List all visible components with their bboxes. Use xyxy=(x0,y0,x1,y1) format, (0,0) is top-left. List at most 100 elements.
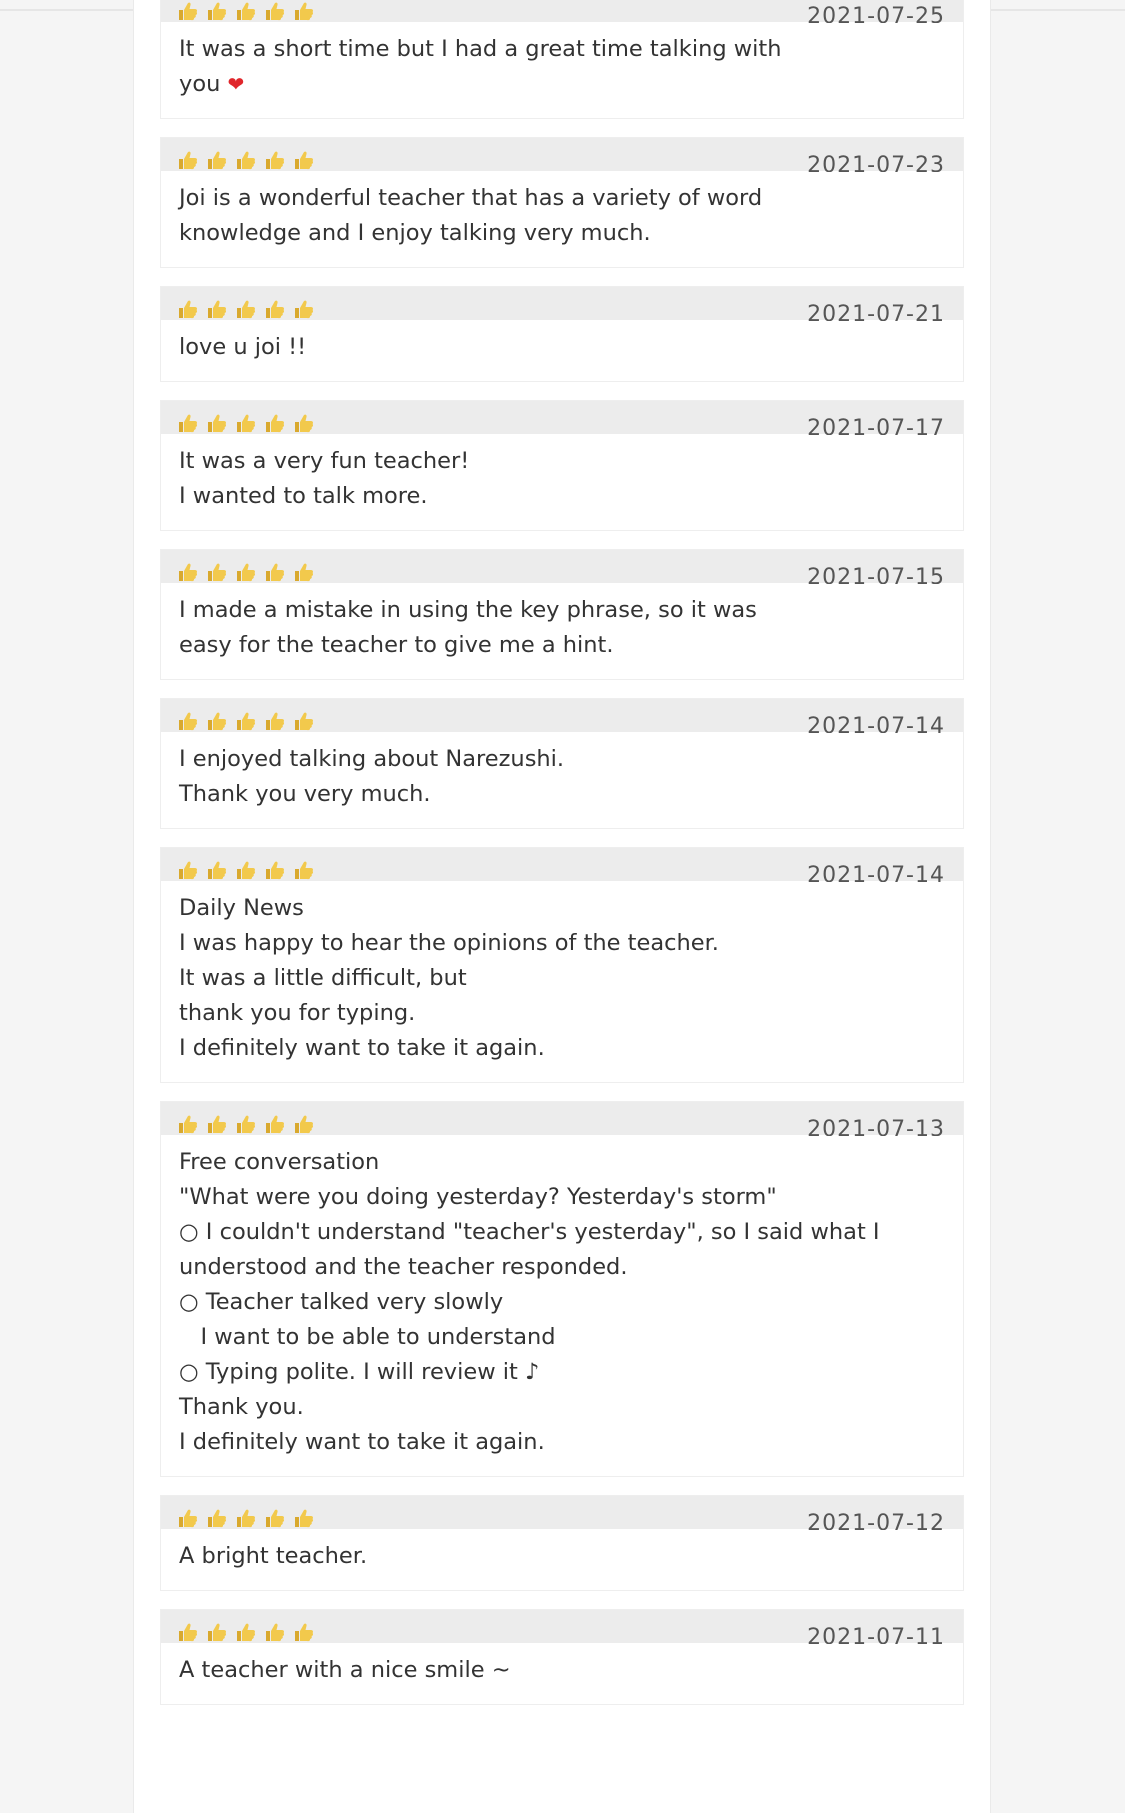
thumbs-up-icon xyxy=(208,563,227,582)
thumbs-up-icon xyxy=(237,1509,256,1528)
thumbs-up-icon xyxy=(179,712,198,731)
review-card: 2021-07-25 It was a short time but I had… xyxy=(160,0,964,119)
review-date: 2021-07-11 xyxy=(807,1625,945,1644)
thumbs-up-icon xyxy=(237,861,256,880)
rating-thumbs xyxy=(178,1,314,21)
thumbs-up-icon xyxy=(266,151,285,170)
thumbs-up-icon xyxy=(266,1115,285,1134)
thumbs-up-icon xyxy=(266,563,285,582)
review-comment: It was a very fun teacher! I wanted to t… xyxy=(161,434,963,530)
thumbs-up-icon xyxy=(179,414,198,433)
rating-thumbs xyxy=(178,299,314,319)
thumbs-up-icon xyxy=(179,861,198,880)
review-comment-text: It was a very fun teacher! I wanted to t… xyxy=(179,448,470,509)
review-comment-text: It was a short time but I had a great ti… xyxy=(179,36,782,97)
review-comment: A teacher with a nice smile ~ xyxy=(161,1643,963,1704)
thumbs-up-icon xyxy=(295,712,314,731)
thumbs-up-icon xyxy=(295,151,314,170)
review-comment-text: love u joi !! xyxy=(179,334,307,360)
review-comment-text: Joi is a wonderful teacher that has a va… xyxy=(179,185,763,246)
review-comment: Daily News I was happy to hear the opini… xyxy=(161,881,963,1082)
thumbs-up-icon xyxy=(266,1509,285,1528)
review-header: 2021-07-23 xyxy=(161,138,963,172)
review-comment: I enjoyed talking about Narezushi. Thank… xyxy=(161,732,963,828)
review-date: 2021-07-14 xyxy=(807,863,945,882)
thumbs-up-icon xyxy=(179,1509,198,1528)
thumbs-up-icon xyxy=(179,300,198,319)
thumbs-up-icon xyxy=(266,300,285,319)
review-date: 2021-07-17 xyxy=(807,416,945,435)
review-comment: I made a mistake in using the key phrase… xyxy=(161,583,963,679)
rating-thumbs xyxy=(178,562,314,582)
thumbs-up-icon xyxy=(237,2,256,21)
thumbs-up-icon xyxy=(208,1623,227,1642)
thumbs-up-icon xyxy=(295,300,314,319)
review-comment: A bright teacher. xyxy=(161,1529,963,1590)
review-card: 2021-07-14 I enjoyed talking about Narez… xyxy=(160,698,964,829)
review-date: 2021-07-13 xyxy=(807,1117,945,1136)
review-card: 2021-07-11 A teacher with a nice smile ~ xyxy=(160,1609,964,1705)
review-comment-text: Daily News I was happy to hear the opini… xyxy=(179,895,719,1061)
thumbs-up-icon xyxy=(208,2,227,21)
rating-thumbs xyxy=(178,1622,314,1642)
thumbs-up-icon xyxy=(208,712,227,731)
review-date: 2021-07-15 xyxy=(807,565,945,584)
thumbs-up-icon xyxy=(266,861,285,880)
review-date: 2021-07-23 xyxy=(807,153,945,172)
thumbs-up-icon xyxy=(295,563,314,582)
thumbs-up-icon xyxy=(208,151,227,170)
review-card: 2021-07-12 A bright teacher. xyxy=(160,1495,964,1591)
thumbs-up-icon xyxy=(266,1623,285,1642)
review-comment-text: I made a mistake in using the key phrase… xyxy=(179,597,757,658)
review-card: 2021-07-15 I made a mistake in using the… xyxy=(160,549,964,680)
review-header: 2021-07-11 xyxy=(161,1610,963,1644)
thumbs-up-icon xyxy=(295,1509,314,1528)
review-comment-text: A teacher with a nice smile ~ xyxy=(179,1657,511,1683)
thumbs-up-icon xyxy=(179,151,198,170)
thumbs-up-icon xyxy=(208,414,227,433)
review-header: 2021-07-14 xyxy=(161,699,963,733)
thumbs-up-icon xyxy=(179,563,198,582)
review-header: 2021-07-14 xyxy=(161,848,963,882)
review-comment: Free conversation "What were you doing y… xyxy=(161,1135,963,1476)
review-header: 2021-07-25 xyxy=(161,0,963,23)
rating-thumbs xyxy=(178,1114,314,1134)
thumbs-up-icon xyxy=(266,712,285,731)
thumbs-up-icon xyxy=(179,2,198,21)
rating-thumbs xyxy=(178,1508,314,1528)
thumbs-up-icon xyxy=(295,414,314,433)
review-date: 2021-07-12 xyxy=(807,1511,945,1530)
thumbs-up-icon xyxy=(237,414,256,433)
review-date: 2021-07-21 xyxy=(807,302,945,321)
thumbs-up-icon xyxy=(237,151,256,170)
review-card: 2021-07-17 It was a very fun teacher! I … xyxy=(160,400,964,531)
review-card: 2021-07-21 love u joi !! xyxy=(160,286,964,382)
thumbs-up-icon xyxy=(295,861,314,880)
review-list: 2021-07-25 It was a short time but I had… xyxy=(160,0,964,1723)
review-header: 2021-07-21 xyxy=(161,287,963,321)
review-comment: Joi is a wonderful teacher that has a va… xyxy=(161,171,963,267)
review-comment-text: Free conversation "What were you doing y… xyxy=(179,1149,880,1455)
thumbs-up-icon xyxy=(208,861,227,880)
review-card: 2021-07-13 Free conversation "What were … xyxy=(160,1101,964,1477)
thumbs-up-icon xyxy=(295,1115,314,1134)
rating-thumbs xyxy=(178,413,314,433)
thumbs-up-icon xyxy=(237,712,256,731)
thumbs-up-icon xyxy=(208,1115,227,1134)
thumbs-up-icon xyxy=(208,300,227,319)
thumbs-up-icon xyxy=(208,1509,227,1528)
review-comment: It was a short time but I had a great ti… xyxy=(161,22,963,118)
review-date: 2021-07-14 xyxy=(807,714,945,733)
rating-thumbs xyxy=(178,860,314,880)
thumbs-up-icon xyxy=(237,1623,256,1642)
review-comment-text: I enjoyed talking about Narezushi. Thank… xyxy=(179,746,565,807)
thumbs-up-icon xyxy=(179,1115,198,1134)
thumbs-up-icon xyxy=(237,563,256,582)
review-comment-text: A bright teacher. xyxy=(179,1543,368,1569)
review-header: 2021-07-12 xyxy=(161,1496,963,1530)
thumbs-up-icon xyxy=(237,300,256,319)
review-card: 2021-07-14 Daily News I was happy to hea… xyxy=(160,847,964,1083)
review-header: 2021-07-15 xyxy=(161,550,963,584)
rating-thumbs xyxy=(178,711,314,731)
thumbs-up-icon xyxy=(266,414,285,433)
